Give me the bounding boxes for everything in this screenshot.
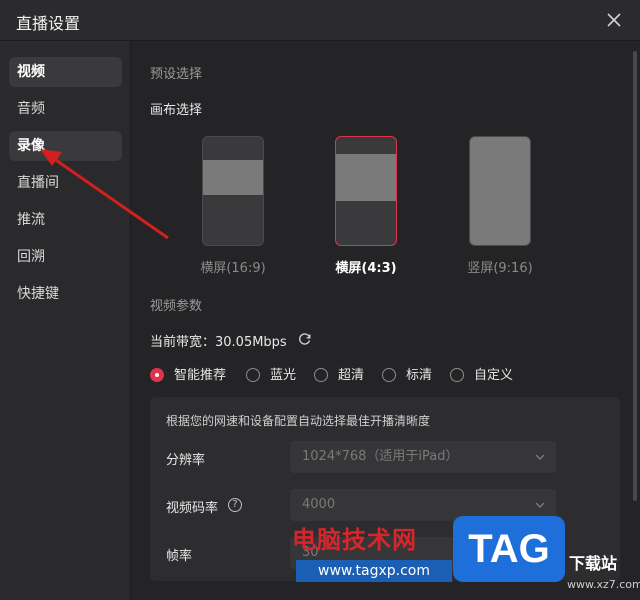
watermark-site-url: www.tagxp.com bbox=[296, 560, 452, 582]
canvas-select-label: 画布选择 bbox=[150, 103, 203, 118]
radio-label: 超清 bbox=[338, 368, 365, 383]
chevron-down-icon bbox=[535, 502, 545, 508]
canvas-option-16-9-label: 横屏(16:9) bbox=[200, 261, 266, 276]
canvas-option-4-3[interactable] bbox=[335, 136, 397, 246]
resolution-label: 分辨率 bbox=[166, 453, 206, 468]
bitrate-value: 4000 bbox=[302, 497, 336, 512]
bitrate-label: 视频码率 bbox=[166, 501, 219, 516]
framerate-label: 帧率 bbox=[166, 549, 193, 564]
radio-unchecked-icon bbox=[450, 368, 464, 382]
panel-hint: 根据您的网速和设备配置自动选择最佳开播清晰度 bbox=[166, 414, 431, 428]
video-params-section-title: 视频参数 bbox=[150, 299, 203, 314]
canvas-option-9-16-label: 竖屏(9:16) bbox=[467, 261, 533, 276]
watermark-site-name: 电脑技术网 bbox=[292, 526, 417, 554]
sidebar-item-streaming[interactable]: 推流 bbox=[9, 205, 122, 235]
canvas-option-9-16[interactable] bbox=[469, 136, 531, 246]
help-icon[interactable]: ? bbox=[228, 498, 242, 512]
chevron-down-icon bbox=[535, 454, 545, 460]
canvas-preview-band bbox=[203, 160, 263, 195]
sidebar-item-video[interactable]: 视频 bbox=[9, 57, 122, 87]
settings-content: 预设选择 画布选择 横屏(16:9) 横屏(4:3) 竖屏(9:16) 视频参数… bbox=[131, 41, 640, 600]
radio-label: 蓝光 bbox=[270, 368, 297, 383]
resolution-value: 1024*768（适用于iPad） bbox=[302, 449, 459, 464]
canvas-option-16-9[interactable] bbox=[202, 136, 264, 246]
canvas-option-4-3-label: 横屏(4:3) bbox=[335, 261, 397, 276]
bandwidth-label: 当前带宽：30.05Mbps bbox=[150, 335, 287, 350]
refresh-icon[interactable] bbox=[298, 332, 312, 346]
sidebar-item-audio[interactable]: 音频 bbox=[9, 94, 122, 124]
sidebar-item-replay[interactable]: 回溯 bbox=[9, 242, 122, 272]
preset-section-title: 预设选择 bbox=[150, 67, 203, 82]
radio-unchecked-icon bbox=[382, 368, 396, 382]
canvas-preview-band bbox=[336, 154, 396, 201]
close-icon[interactable] bbox=[602, 8, 626, 32]
sidebar-item-hotkeys[interactable]: 快捷键 bbox=[9, 279, 122, 309]
watermark-logo: TAG bbox=[453, 516, 565, 582]
title-bar: 直播设置 bbox=[0, 0, 640, 41]
radio-checked-icon bbox=[150, 368, 164, 382]
sidebar-item-recording[interactable]: 录像 bbox=[9, 131, 122, 161]
radio-label: 标清 bbox=[406, 368, 433, 383]
watermark-download-text: 下载站 bbox=[569, 554, 618, 573]
radio-unchecked-icon bbox=[314, 368, 328, 382]
radio-label: 自定义 bbox=[474, 368, 514, 383]
watermark-download-url: www.xz7.com bbox=[567, 578, 640, 591]
scrollbar[interactable] bbox=[633, 51, 637, 501]
sidebar: 视频 音频 录像 直播间 推流 回溯 快捷键 bbox=[0, 41, 131, 600]
canvas-preview-band bbox=[470, 137, 530, 245]
sidebar-item-live-room[interactable]: 直播间 bbox=[9, 168, 122, 198]
radio-unchecked-icon bbox=[246, 368, 260, 382]
radio-label: 智能推荐 bbox=[174, 368, 227, 383]
window-title: 直播设置 bbox=[16, 14, 81, 33]
resolution-select[interactable]: 1024*768（适用于iPad） bbox=[290, 441, 556, 473]
